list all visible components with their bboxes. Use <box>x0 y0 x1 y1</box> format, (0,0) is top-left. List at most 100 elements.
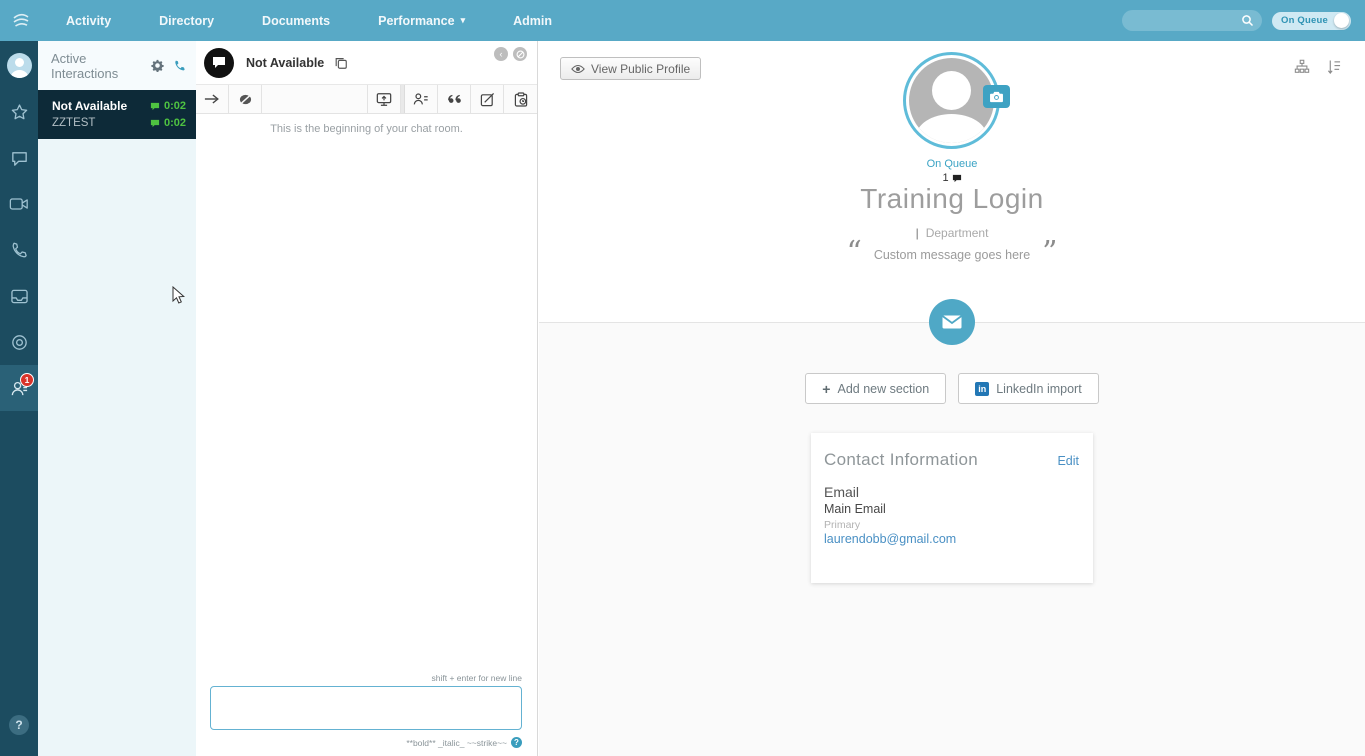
sort-list-icon[interactable] <box>1327 59 1341 75</box>
department-field[interactable]: Department <box>926 226 989 240</box>
formatting-info-icon[interactable]: ? <box>511 737 522 748</box>
wrapup-clipboard-icon[interactable] <box>504 85 537 113</box>
sidebar-item-inbox[interactable] <box>0 273 38 319</box>
markdown-hint: **bold** _italic_ ~~strike~~ <box>406 738 507 748</box>
sidebar-item-profile[interactable] <box>0 41 38 89</box>
status-badge[interactable]: On Queue <box>539 158 1365 170</box>
profile-avatar[interactable] <box>903 52 1000 149</box>
chat-toolbar <box>196 85 537 114</box>
profile-section-buttons: + Add new section in LinkedIn import <box>539 373 1365 404</box>
contact-information-card: Contact Information Edit Email Main Emai… <box>811 433 1093 583</box>
interactions-header: Active Interactions <box>38 41 196 90</box>
interaction-timer: 0:02 <box>150 100 186 112</box>
chat-message-area: This is the beginning of your chat room.… <box>196 114 537 756</box>
nav-item-documents[interactable]: Documents <box>238 0 354 41</box>
custom-message-field[interactable]: Custom message goes here <box>874 248 1030 262</box>
chat-composer: shift + enter for new line **bold** _ita… <box>196 673 537 756</box>
open-quote-icon: “ <box>846 248 861 262</box>
eye-icon <box>571 64 585 74</box>
transfer-arrow-icon[interactable] <box>196 85 229 113</box>
chat-intro-text: This is the beginning of your chat room. <box>196 114 537 135</box>
screen-share-icon[interactable] <box>368 85 401 113</box>
linkedin-icon: in <box>975 382 989 396</box>
interaction-timer: 0:02 <box>150 117 186 129</box>
add-new-section-button[interactable]: + Add new section <box>805 373 946 404</box>
contact-type-label: Email <box>824 484 1079 500</box>
copy-icon[interactable] <box>334 56 348 70</box>
app-window: Activity Directory Documents Performance… <box>0 0 1365 756</box>
phone-settings-icon[interactable] <box>173 59 186 72</box>
minimize-chat-icon[interactable]: ‹ <box>494 47 508 61</box>
sidebar-item-favorites[interactable] <box>0 89 38 135</box>
video-camera-icon <box>9 196 29 212</box>
profile-name: Training Login <box>539 183 1365 215</box>
gear-icon[interactable] <box>151 59 164 72</box>
on-queue-toggle-label: On Queue <box>1281 15 1328 26</box>
nav-item-admin[interactable]: Admin <box>489 0 576 41</box>
email-contact-icon[interactable] <box>929 299 975 345</box>
chat-bubble-icon <box>10 149 29 168</box>
on-queue-toggle[interactable]: On Queue <box>1272 12 1351 30</box>
linkedin-import-button[interactable]: in LinkedIn import <box>958 373 1098 404</box>
search-input[interactable] <box>1130 15 1241 27</box>
phone-icon <box>10 241 28 259</box>
org-chart-icon[interactable] <box>1294 59 1310 75</box>
target-icon <box>10 333 29 352</box>
toggle-knob[interactable] <box>1334 13 1349 28</box>
sidebar-item-video[interactable] <box>0 181 38 227</box>
change-photo-camera-icon[interactable] <box>983 85 1010 108</box>
canned-responses-icon[interactable] <box>438 85 471 113</box>
profile-department-row: | Department <box>539 226 1365 240</box>
sidebar-item-help[interactable]: ? <box>0 702 38 748</box>
sidebar-item-chat[interactable] <box>0 135 38 181</box>
plus-icon: + <box>822 381 830 397</box>
contact-entry-label: Main Email <box>824 502 1079 516</box>
interactions-panel: Active Interactions Not Available <box>38 41 196 756</box>
chat-bubble-icon <box>150 102 160 111</box>
chat-room-icon <box>204 48 234 78</box>
participants-icon[interactable] <box>405 85 438 113</box>
mute-notifications-icon[interactable] <box>229 85 262 113</box>
global-search <box>1122 10 1262 31</box>
chat-title: Not Available <box>246 56 324 70</box>
contact-email-link[interactable]: laurendobb@gmail.com <box>824 532 1079 546</box>
chat-panel: Not Available ‹ <box>196 41 538 756</box>
nav-menu: Activity Directory Documents Performance… <box>42 0 576 41</box>
nav-right-group: On Queue <box>1122 10 1365 31</box>
chat-message-input[interactable] <box>210 686 522 730</box>
avatar-placeholder <box>909 58 994 143</box>
user-avatar-icon <box>7 53 32 78</box>
interaction-name: Not Available <box>52 99 150 113</box>
top-nav: Activity Directory Documents Performance… <box>0 0 1365 41</box>
interaction-card-selected[interactable]: Not Available 0:02 ZZTEST 0:02 <box>38 90 196 139</box>
chat-bubble-icon <box>952 174 962 183</box>
search-icon[interactable] <box>1241 14 1254 27</box>
sidebar-item-engage[interactable] <box>0 319 38 365</box>
interaction-count-badge: 1 <box>20 373 34 387</box>
nav-item-directory[interactable]: Directory <box>135 0 238 41</box>
notes-compose-icon[interactable] <box>471 85 504 113</box>
sidebar-item-calls[interactable] <box>0 227 38 273</box>
view-public-profile-button[interactable]: View Public Profile <box>560 57 701 80</box>
left-icon-rail: 1 ? <box>0 41 38 756</box>
star-icon <box>10 103 29 122</box>
app-logo-icon[interactable] <box>0 0 42 41</box>
newline-hint: shift + enter for new line <box>210 673 522 683</box>
interactions-title: Active Interactions <box>51 51 151 81</box>
department-divider: | <box>916 226 919 240</box>
nav-item-performance[interactable]: Performance ▾ <box>354 0 489 41</box>
interaction-participant: ZZTEST <box>52 117 150 129</box>
toolbar-spacer <box>262 85 368 113</box>
nav-item-activity[interactable]: Activity <box>42 0 135 41</box>
contact-card-title: Contact Information <box>824 450 1057 470</box>
edit-contact-link[interactable]: Edit <box>1057 454 1079 468</box>
custom-message-row: “ Custom message goes here ” <box>539 248 1365 262</box>
inbox-tray-icon <box>10 288 29 305</box>
contact-qualifier: Primary <box>824 519 1079 531</box>
chat-bubble-icon <box>150 119 160 128</box>
end-chat-icon[interactable] <box>513 47 527 61</box>
interaction-row[interactable]: Not Available 0:02 <box>38 97 196 115</box>
sidebar-item-interactions[interactable]: 1 <box>0 365 38 411</box>
interaction-row[interactable]: ZZTEST 0:02 <box>38 115 196 131</box>
chat-header: Not Available ‹ <box>196 41 537 85</box>
